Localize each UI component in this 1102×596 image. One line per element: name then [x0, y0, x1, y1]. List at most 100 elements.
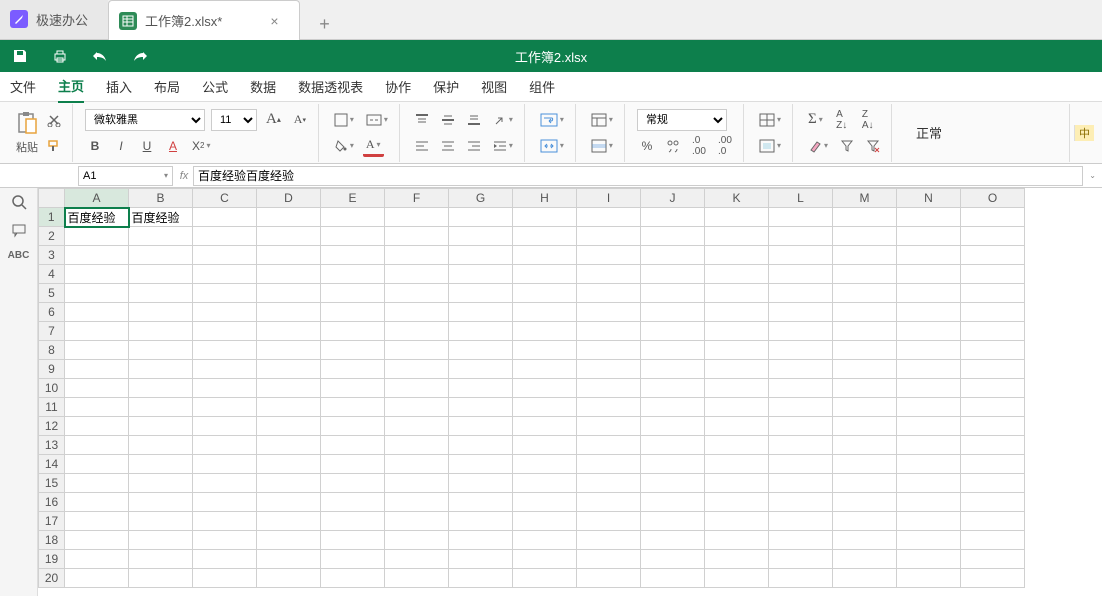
cell-M8[interactable] — [833, 341, 897, 360]
row-header-3[interactable]: 3 — [39, 246, 65, 265]
cell-A14[interactable] — [65, 455, 129, 474]
cell-F16[interactable] — [385, 493, 449, 512]
cell-G14[interactable] — [449, 455, 513, 474]
row-header-10[interactable]: 10 — [39, 379, 65, 398]
cell-J12[interactable] — [641, 417, 705, 436]
cell-N2[interactable] — [897, 227, 961, 246]
cell-G7[interactable] — [449, 322, 513, 341]
cell-I16[interactable] — [577, 493, 641, 512]
cell-J3[interactable] — [641, 246, 705, 265]
cell-E1[interactable] — [321, 208, 385, 227]
cell-B2[interactable] — [129, 227, 193, 246]
cell-O6[interactable] — [961, 303, 1025, 322]
cell-K11[interactable] — [705, 398, 769, 417]
cell-C1[interactable] — [193, 208, 257, 227]
cell-I3[interactable] — [577, 246, 641, 265]
cell-O4[interactable] — [961, 265, 1025, 284]
cell-I11[interactable] — [577, 398, 641, 417]
cell-A17[interactable] — [65, 512, 129, 531]
cell-B20[interactable] — [129, 569, 193, 588]
cell-K9[interactable] — [705, 360, 769, 379]
cell-D5[interactable] — [257, 284, 321, 303]
cell-I6[interactable] — [577, 303, 641, 322]
col-header-D[interactable]: D — [257, 189, 321, 208]
cell-H1[interactable] — [513, 208, 577, 227]
app-tab-file[interactable]: 工作簿2.xlsx* × — [108, 0, 299, 40]
cell-G10[interactable] — [449, 379, 513, 398]
cell-J11[interactable] — [641, 398, 705, 417]
cell-B18[interactable] — [129, 531, 193, 550]
cell-D11[interactable] — [257, 398, 321, 417]
delete-cells-icon[interactable]: ▾ — [756, 135, 784, 157]
cell-M7[interactable] — [833, 322, 897, 341]
cell-M4[interactable] — [833, 265, 897, 284]
cell-N6[interactable] — [897, 303, 961, 322]
col-header-I[interactable]: I — [577, 189, 641, 208]
clear-icon[interactable]: ▾ — [805, 135, 831, 157]
cell-H12[interactable] — [513, 417, 577, 436]
cell-H2[interactable] — [513, 227, 577, 246]
col-header-C[interactable]: C — [193, 189, 257, 208]
col-header-J[interactable]: J — [641, 189, 705, 208]
cell-C14[interactable] — [193, 455, 257, 474]
col-header-H[interactable]: H — [513, 189, 577, 208]
format-painter-icon[interactable] — [44, 135, 64, 157]
col-header-G[interactable]: G — [449, 189, 513, 208]
row-header-4[interactable]: 4 — [39, 265, 65, 284]
cell-I5[interactable] — [577, 284, 641, 303]
cell-A8[interactable] — [65, 341, 129, 360]
cell-C10[interactable] — [193, 379, 257, 398]
row-header-8[interactable]: 8 — [39, 341, 65, 360]
cell-F8[interactable] — [385, 341, 449, 360]
cell-I2[interactable] — [577, 227, 641, 246]
cell-H10[interactable] — [513, 379, 577, 398]
menu-item-2[interactable]: 插入 — [106, 71, 132, 102]
cell-L12[interactable] — [769, 417, 833, 436]
print-icon[interactable] — [50, 46, 70, 66]
cell-H3[interactable] — [513, 246, 577, 265]
font-color-icon[interactable]: A — [163, 135, 183, 157]
cell-D9[interactable] — [257, 360, 321, 379]
underline-icon[interactable]: U — [137, 135, 157, 157]
cell-N13[interactable] — [897, 436, 961, 455]
row-header-15[interactable]: 15 — [39, 474, 65, 493]
cell-H18[interactable] — [513, 531, 577, 550]
menu-item-1[interactable]: 主页 — [58, 70, 84, 103]
cell-H7[interactable] — [513, 322, 577, 341]
cell-L3[interactable] — [769, 246, 833, 265]
cell-G11[interactable] — [449, 398, 513, 417]
border-icon[interactable]: ▾ — [331, 109, 357, 131]
cell-I14[interactable] — [577, 455, 641, 474]
spellcheck-icon[interactable]: ABC — [8, 250, 30, 261]
cell-B14[interactable] — [129, 455, 193, 474]
cell-M5[interactable] — [833, 284, 897, 303]
cell-F2[interactable] — [385, 227, 449, 246]
cell-K14[interactable] — [705, 455, 769, 474]
cell-I19[interactable] — [577, 550, 641, 569]
col-header-M[interactable]: M — [833, 189, 897, 208]
cell-J10[interactable] — [641, 379, 705, 398]
cell-O17[interactable] — [961, 512, 1025, 531]
decrease-decimal-icon[interactable]: .00.0 — [715, 135, 735, 157]
cell-A13[interactable] — [65, 436, 129, 455]
menu-item-0[interactable]: 文件 — [10, 71, 36, 102]
cell-K5[interactable] — [705, 284, 769, 303]
menu-item-4[interactable]: 公式 — [202, 71, 228, 102]
cell-A3[interactable] — [65, 246, 129, 265]
cell-G18[interactable] — [449, 531, 513, 550]
cell-E8[interactable] — [321, 341, 385, 360]
cell-O19[interactable] — [961, 550, 1025, 569]
menu-item-7[interactable]: 协作 — [385, 71, 411, 102]
comma-icon[interactable] — [663, 135, 683, 157]
insert-cells-icon[interactable]: ▾ — [756, 109, 784, 131]
cell-L5[interactable] — [769, 284, 833, 303]
cell-J18[interactable] — [641, 531, 705, 550]
font-size-select[interactable]: 11 — [211, 109, 257, 131]
cell-C11[interactable] — [193, 398, 257, 417]
cell-K12[interactable] — [705, 417, 769, 436]
clear-filter-icon[interactable] — [863, 135, 883, 157]
cell-J5[interactable] — [641, 284, 705, 303]
cell-N1[interactable] — [897, 208, 961, 227]
cell-J4[interactable] — [641, 265, 705, 284]
cell-C12[interactable] — [193, 417, 257, 436]
